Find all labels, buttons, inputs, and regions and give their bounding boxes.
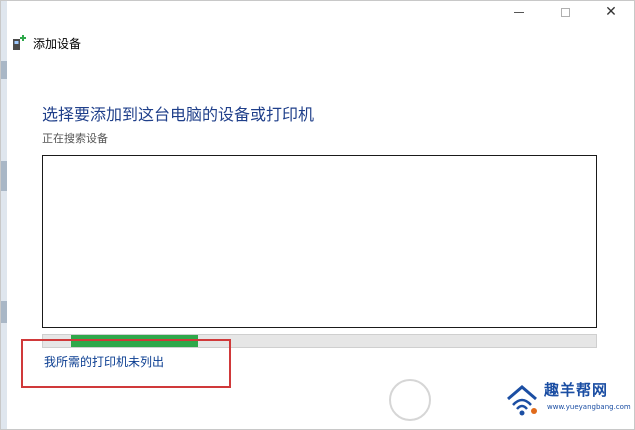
maximize-icon: [560, 7, 570, 17]
close-icon: ✕: [605, 4, 617, 20]
watermark-ring-logo: [389, 379, 431, 421]
wifi-house-logo: [507, 385, 537, 416]
search-status: 正在搜索设备: [42, 132, 108, 145]
minimize-button[interactable]: [496, 1, 542, 23]
page-heading: 选择要添加到这台电脑的设备或打印机: [42, 105, 315, 124]
watermark: 趣羊帮网 www.yueyangbang.com: [389, 377, 634, 429]
close-button[interactable]: ✕: [588, 1, 634, 23]
window-title: 添加设备: [33, 36, 82, 51]
add-device-window: ✕ 添加设备 选择要添加到这台电脑的设备或打印机 正在搜索设备 我所需的打印机未…: [0, 0, 635, 430]
printer-not-listed-link[interactable]: 我所需的打印机未列出: [44, 353, 164, 370]
watermark-site-url: www.yueyangbang.com: [547, 403, 631, 411]
maximize-button[interactable]: [542, 1, 588, 23]
watermark-site-name: 趣羊帮网: [544, 381, 609, 399]
app-header: 添加设备: [11, 34, 81, 52]
minimize-icon: [514, 12, 524, 13]
device-list[interactable]: [42, 155, 597, 328]
window-controls: ✕: [496, 1, 634, 23]
add-device-icon: [13, 35, 26, 50]
background-window-edge: [1, 1, 7, 429]
